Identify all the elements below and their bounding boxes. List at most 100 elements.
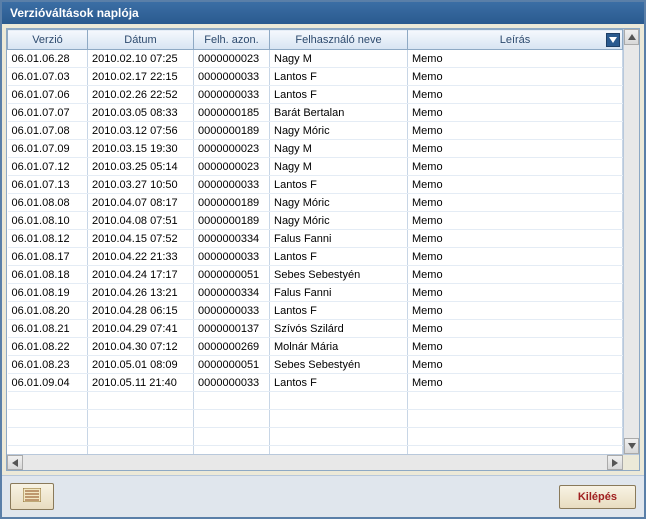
cell-empty bbox=[194, 428, 270, 446]
cell-version: 06.01.07.08 bbox=[8, 122, 88, 140]
cell-userId: 0000000185 bbox=[194, 104, 270, 122]
cell-userId: 0000000334 bbox=[194, 284, 270, 302]
cell-date: 2010.04.07 08:17 bbox=[88, 194, 194, 212]
cell-version: 06.01.08.23 bbox=[8, 356, 88, 374]
cell-empty bbox=[8, 446, 88, 455]
cell-version: 06.01.07.12 bbox=[8, 158, 88, 176]
cell-date: 2010.02.26 22:52 bbox=[88, 86, 194, 104]
cell-description: Memo bbox=[408, 68, 623, 86]
cell-userName: Nagy M bbox=[270, 158, 408, 176]
cell-userName: Lantos F bbox=[270, 374, 408, 392]
table-row[interactable]: 06.01.07.132010.03.27 10:500000000033Lan… bbox=[8, 176, 623, 194]
cell-empty bbox=[194, 446, 270, 455]
cell-date: 2010.04.08 07:51 bbox=[88, 212, 194, 230]
table-row[interactable]: 06.01.08.102010.04.08 07:510000000189Nag… bbox=[8, 212, 623, 230]
table-row-empty bbox=[8, 428, 623, 446]
scroll-up-button[interactable] bbox=[624, 29, 639, 45]
table-row[interactable]: 06.01.08.202010.04.28 06:150000000033Lan… bbox=[8, 302, 623, 320]
cell-date: 2010.04.30 07:12 bbox=[88, 338, 194, 356]
cell-empty bbox=[194, 410, 270, 428]
table-row[interactable]: 06.01.08.212010.04.29 07:410000000137Szí… bbox=[8, 320, 623, 338]
cell-description: Memo bbox=[408, 284, 623, 302]
table-row[interactable]: 06.01.08.232010.05.01 08:090000000051Seb… bbox=[8, 356, 623, 374]
cell-description: Memo bbox=[408, 194, 623, 212]
column-header-date[interactable]: Dátum bbox=[88, 30, 194, 50]
cell-date: 2010.04.15 07:52 bbox=[88, 230, 194, 248]
cell-userName: Nagy M bbox=[270, 50, 408, 68]
cell-userId: 0000000051 bbox=[194, 266, 270, 284]
table-row[interactable]: 06.01.07.082010.03.12 07:560000000189Nag… bbox=[8, 122, 623, 140]
column-header-username[interactable]: Felhasználó neve bbox=[270, 30, 408, 50]
cell-userId: 0000000033 bbox=[194, 248, 270, 266]
cell-version: 06.01.08.08 bbox=[8, 194, 88, 212]
table-row[interactable]: 06.01.08.222010.04.30 07:120000000269Mol… bbox=[8, 338, 623, 356]
cell-version: 06.01.08.22 bbox=[8, 338, 88, 356]
cell-date: 2010.04.26 13:21 bbox=[88, 284, 194, 302]
cell-date: 2010.03.15 19:30 bbox=[88, 140, 194, 158]
exit-button[interactable]: Kilépés bbox=[559, 485, 636, 509]
table-row[interactable]: 06.01.07.062010.02.26 22:520000000033Lan… bbox=[8, 86, 623, 104]
cell-userName: Szívós Szilárd bbox=[270, 320, 408, 338]
table-row[interactable]: 06.01.07.122010.03.25 05:140000000023Nag… bbox=[8, 158, 623, 176]
cell-userName: Falus Fanni bbox=[270, 284, 408, 302]
column-header-date-label: Dátum bbox=[124, 34, 156, 46]
cell-date: 2010.02.17 22:15 bbox=[88, 68, 194, 86]
cell-date: 2010.04.22 21:33 bbox=[88, 248, 194, 266]
table-row[interactable]: 06.01.06.282010.02.10 07:250000000023Nag… bbox=[8, 50, 623, 68]
table-row[interactable]: 06.01.08.192010.04.26 13:210000000334Fal… bbox=[8, 284, 623, 302]
window: Verzióváltások naplója Verzió Dátum Felh… bbox=[0, 0, 646, 519]
cell-empty bbox=[408, 446, 623, 455]
cell-description: Memo bbox=[408, 266, 623, 284]
list-button[interactable] bbox=[10, 483, 54, 510]
horizontal-scrollbar-track[interactable] bbox=[23, 455, 607, 470]
table-row[interactable]: 06.01.08.082010.04.07 08:170000000189Nag… bbox=[8, 194, 623, 212]
column-header-userid-label: Felh. azon. bbox=[204, 34, 258, 46]
cell-userId: 0000000033 bbox=[194, 68, 270, 86]
column-header-userid[interactable]: Felh. azon. bbox=[194, 30, 270, 50]
cell-date: 2010.04.29 07:41 bbox=[88, 320, 194, 338]
table-row[interactable]: 06.01.08.182010.04.24 17:170000000051Seb… bbox=[8, 266, 623, 284]
cell-userName: Lantos F bbox=[270, 86, 408, 104]
cell-userName: Falus Fanni bbox=[270, 230, 408, 248]
scroll-left-button[interactable] bbox=[7, 455, 23, 470]
vertical-scrollbar-track[interactable] bbox=[624, 45, 639, 438]
cell-empty bbox=[194, 392, 270, 410]
table-row[interactable]: 06.01.07.072010.03.05 08:330000000185Bar… bbox=[8, 104, 623, 122]
table-row[interactable]: 06.01.08.122010.04.15 07:520000000334Fal… bbox=[8, 230, 623, 248]
cell-empty bbox=[408, 410, 623, 428]
column-header-version[interactable]: Verzió bbox=[8, 30, 88, 50]
column-filter-dropdown-icon[interactable] bbox=[606, 33, 620, 47]
cell-userId: 0000000023 bbox=[194, 158, 270, 176]
cell-version: 06.01.07.06 bbox=[8, 86, 88, 104]
cell-date: 2010.03.12 07:56 bbox=[88, 122, 194, 140]
cell-empty bbox=[88, 428, 194, 446]
cell-userId: 0000000189 bbox=[194, 212, 270, 230]
cell-version: 06.01.09.04 bbox=[8, 374, 88, 392]
cell-description: Memo bbox=[408, 86, 623, 104]
cell-userName: Nagy Móric bbox=[270, 194, 408, 212]
column-header-description[interactable]: Leírás bbox=[408, 30, 623, 50]
cell-userId: 0000000033 bbox=[194, 374, 270, 392]
cell-userName: Nagy M bbox=[270, 140, 408, 158]
cell-userId: 0000000033 bbox=[194, 176, 270, 194]
table-row[interactable]: 06.01.08.172010.04.22 21:330000000033Lan… bbox=[8, 248, 623, 266]
vertical-scrollbar[interactable] bbox=[623, 29, 639, 454]
table-row-empty bbox=[8, 392, 623, 410]
cell-description: Memo bbox=[408, 302, 623, 320]
column-header-description-label: Leírás bbox=[500, 34, 531, 46]
cell-empty bbox=[88, 392, 194, 410]
column-header-version-label: Verzió bbox=[32, 34, 63, 46]
cell-userId: 0000000023 bbox=[194, 50, 270, 68]
cell-userName: Lantos F bbox=[270, 68, 408, 86]
cell-version: 06.01.07.13 bbox=[8, 176, 88, 194]
titlebar[interactable]: Verzióváltások naplója bbox=[2, 2, 644, 24]
horizontal-scrollbar[interactable] bbox=[7, 454, 639, 470]
cell-userName: Lantos F bbox=[270, 176, 408, 194]
scroll-down-button[interactable] bbox=[624, 438, 639, 454]
cell-date: 2010.03.05 08:33 bbox=[88, 104, 194, 122]
scroll-right-button[interactable] bbox=[607, 455, 623, 470]
table-row[interactable]: 06.01.07.032010.02.17 22:150000000033Lan… bbox=[8, 68, 623, 86]
cell-userName: Lantos F bbox=[270, 248, 408, 266]
table-row[interactable]: 06.01.09.042010.05.11 21:400000000033Lan… bbox=[8, 374, 623, 392]
table-row[interactable]: 06.01.07.092010.03.15 19:300000000023Nag… bbox=[8, 140, 623, 158]
